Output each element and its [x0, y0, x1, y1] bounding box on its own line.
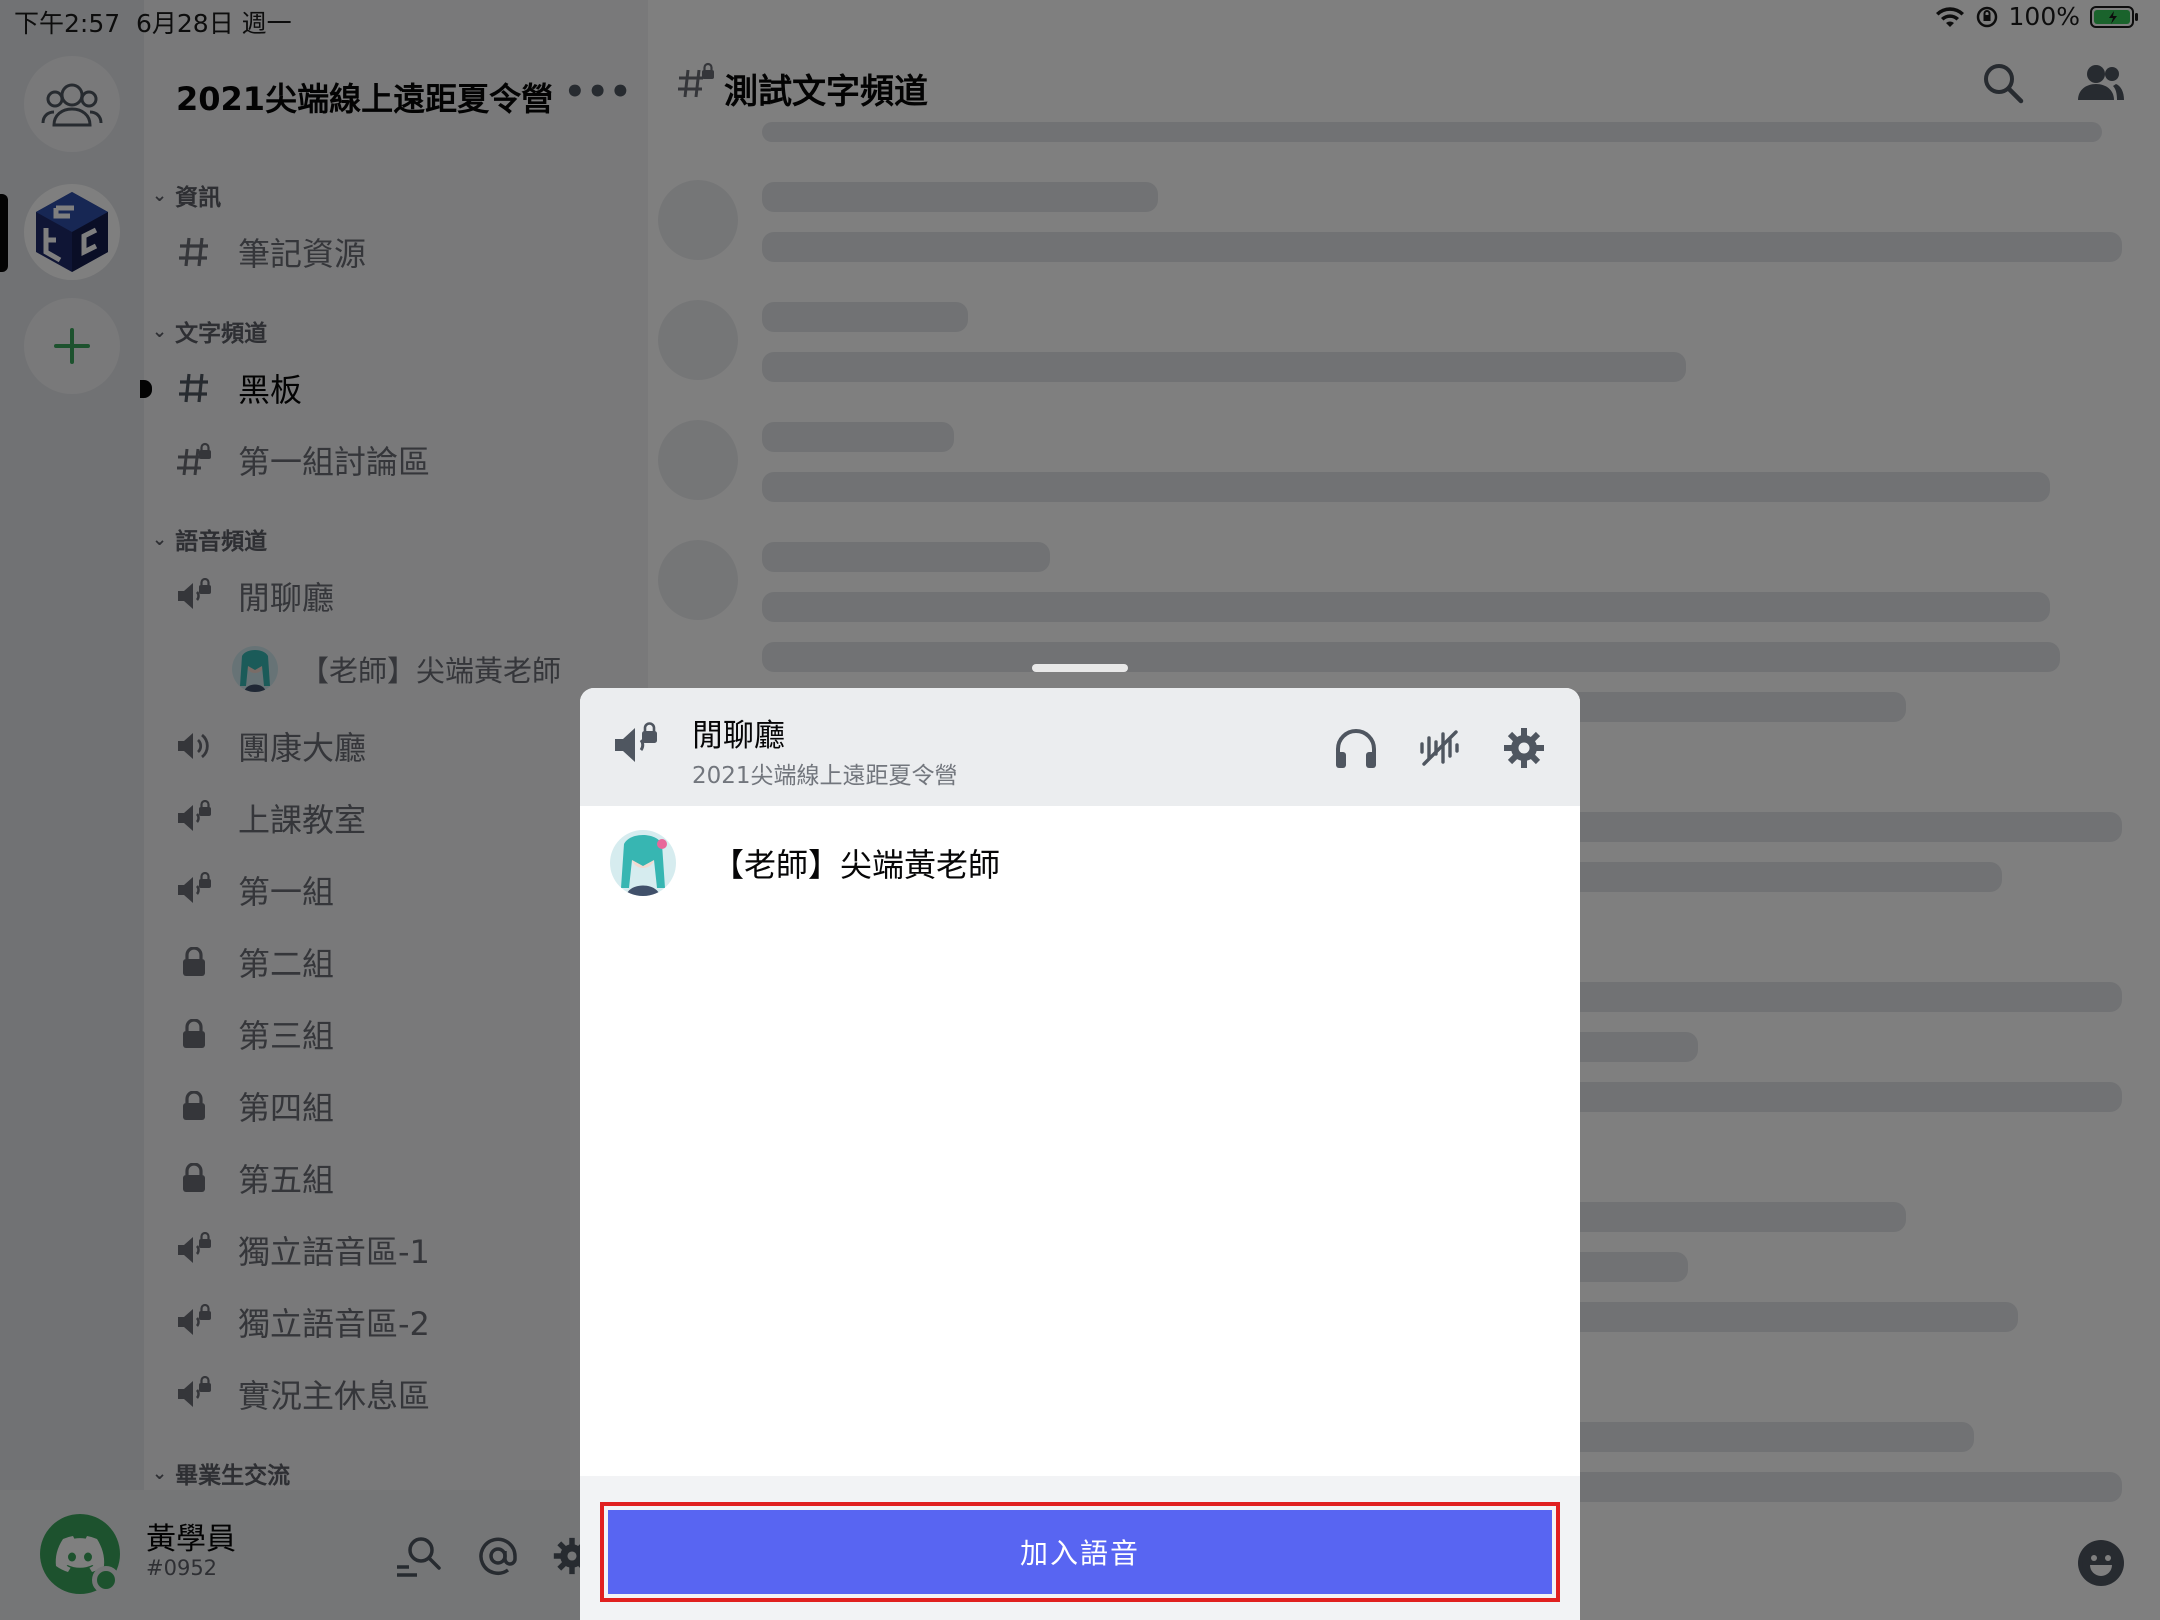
sheet-subtitle: 2021尖端線上遠距夏令營 [692, 763, 958, 789]
sheet-header: 閒聊廳 2021尖端線上遠距夏令營 [580, 688, 1580, 806]
gear-icon [1504, 728, 1544, 768]
member-name: 【老師】尖端黃老師 [712, 846, 1001, 884]
sheet-drag-handle[interactable] [1032, 664, 1128, 672]
join-voice-button[interactable]: 加入語音 [608, 1510, 1552, 1594]
speaker-lock-icon [612, 722, 660, 772]
voice-settings-icon [1420, 730, 1459, 766]
avatar [610, 830, 676, 896]
voice-member-row[interactable]: 【老師】尖端黃老師 [610, 830, 1000, 896]
headphones-icon [1336, 729, 1376, 768]
voice-channel-settings-button[interactable] [1494, 718, 1554, 778]
noise-suppression-button[interactable] [1410, 718, 1470, 778]
deafen-button[interactable] [1326, 718, 1386, 778]
sheet-title: 閒聊廳 [692, 718, 785, 754]
voice-channel-sheet: 閒聊廳 2021尖端線上遠距夏令營 【老師】尖端黃老師 加入語音 [580, 688, 1580, 1620]
